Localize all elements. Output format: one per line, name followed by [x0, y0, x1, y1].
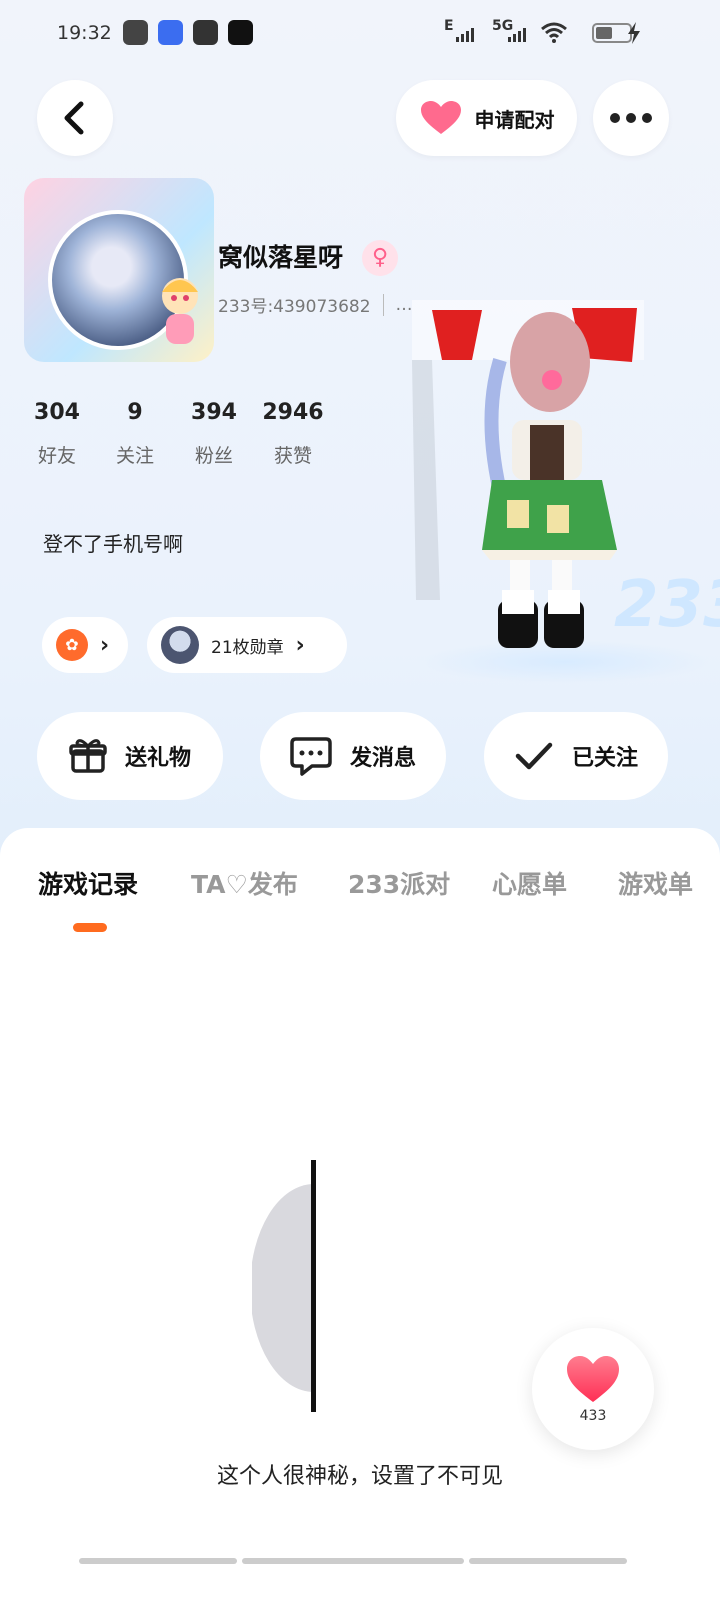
badges-label: 21枚勋章 — [211, 637, 284, 658]
group-chip[interactable]: ✿ › — [42, 617, 128, 673]
stat-label: 关注 — [115, 445, 154, 467]
battery-icon — [592, 23, 632, 43]
stat-value: 394 — [191, 400, 237, 425]
more-options-button[interactable] — [593, 80, 669, 156]
badge-icon — [161, 626, 199, 664]
stat-label: 获赞 — [273, 445, 312, 467]
stat-value: 9 — [127, 400, 143, 425]
tab-game-list[interactable]: 游戏单 — [618, 865, 693, 901]
wifi-icon — [541, 22, 567, 43]
notification-app-icon — [123, 20, 148, 45]
nickname: 窝似落星呀 — [218, 243, 344, 272]
notification-app-icon — [228, 20, 253, 45]
stat-following[interactable]: 9 关注 — [100, 400, 170, 468]
chevron-left-icon — [64, 101, 84, 135]
like-count: 433 — [579, 1408, 607, 1424]
notification-app-icon — [158, 20, 183, 45]
avatar-character-image[interactable] — [412, 300, 644, 656]
tab-wishlist[interactable]: 心愿单 — [492, 865, 567, 901]
like-button[interactable]: 433 — [532, 1328, 654, 1450]
signal-icon — [456, 28, 474, 42]
stat-label: 粉丝 — [194, 445, 233, 467]
tab-game-records[interactable]: 游戏记录 — [38, 865, 138, 901]
back-button[interactable] — [37, 80, 113, 156]
uid-text: 233号:439073682 — [218, 297, 371, 317]
empty-state-illustration — [252, 1160, 316, 1412]
following-label: 已关注 — [571, 746, 638, 771]
network-e-indicator: E — [444, 18, 454, 34]
notification-app-icon — [193, 20, 218, 45]
home-indicator-segment — [79, 1558, 237, 1564]
female-icon: ♀ — [362, 240, 398, 276]
heart-icon — [567, 1356, 619, 1402]
uid-row: 233号:439073682 … — [218, 292, 413, 317]
tab-ta-posts[interactable]: TA♡发布 — [191, 865, 298, 901]
match-request-label: 申请配对 — [474, 107, 555, 132]
chevron-right-icon: › — [100, 632, 110, 658]
send-message-label: 发消息 — [349, 746, 416, 771]
send-gift-button[interactable]: 送礼物 — [37, 712, 223, 800]
send-gift-label: 送礼物 — [124, 746, 191, 771]
stat-fans[interactable]: 394 粉丝 — [179, 400, 249, 468]
stat-value: 2946 — [262, 400, 324, 425]
send-message-button[interactable]: 发消息 — [260, 712, 446, 800]
more-dots-icon — [610, 113, 652, 123]
home-indicator-segment — [242, 1558, 464, 1564]
status-bar: 19:32 E 5G — [0, 0, 720, 66]
status-time: 19:32 — [57, 22, 112, 44]
check-icon — [515, 742, 553, 770]
badges-chip[interactable]: 21枚勋章 › — [147, 617, 347, 673]
following-button[interactable]: 已关注 — [484, 712, 668, 800]
stat-label: 好友 — [37, 445, 76, 467]
stat-friends[interactable]: 304 好友 — [22, 400, 92, 468]
chat-bubble-icon — [290, 737, 332, 776]
gift-icon — [69, 739, 107, 773]
signal-icon — [508, 28, 526, 42]
chevron-right-icon: › — [295, 632, 305, 658]
stat-value: 304 — [34, 400, 80, 425]
avatar-sticker-icon — [162, 278, 198, 344]
uid-more[interactable]: … — [396, 295, 413, 315]
tab-233-party[interactable]: 233派对 — [348, 865, 450, 901]
group-icon: ✿ — [56, 629, 88, 661]
stat-likes[interactable]: 2946 获赞 — [258, 400, 328, 468]
bio-text: 登不了手机号啊 — [43, 532, 183, 556]
charging-icon — [628, 22, 640, 44]
divider — [382, 293, 384, 316]
tab-indicator — [73, 923, 107, 932]
empty-state-text: 这个人很神秘，设置了不可见 — [216, 1464, 503, 1489]
heart-icon — [420, 101, 461, 134]
home-indicator-segment — [469, 1558, 627, 1564]
match-request-button[interactable]: 申请配对 — [396, 80, 577, 156]
